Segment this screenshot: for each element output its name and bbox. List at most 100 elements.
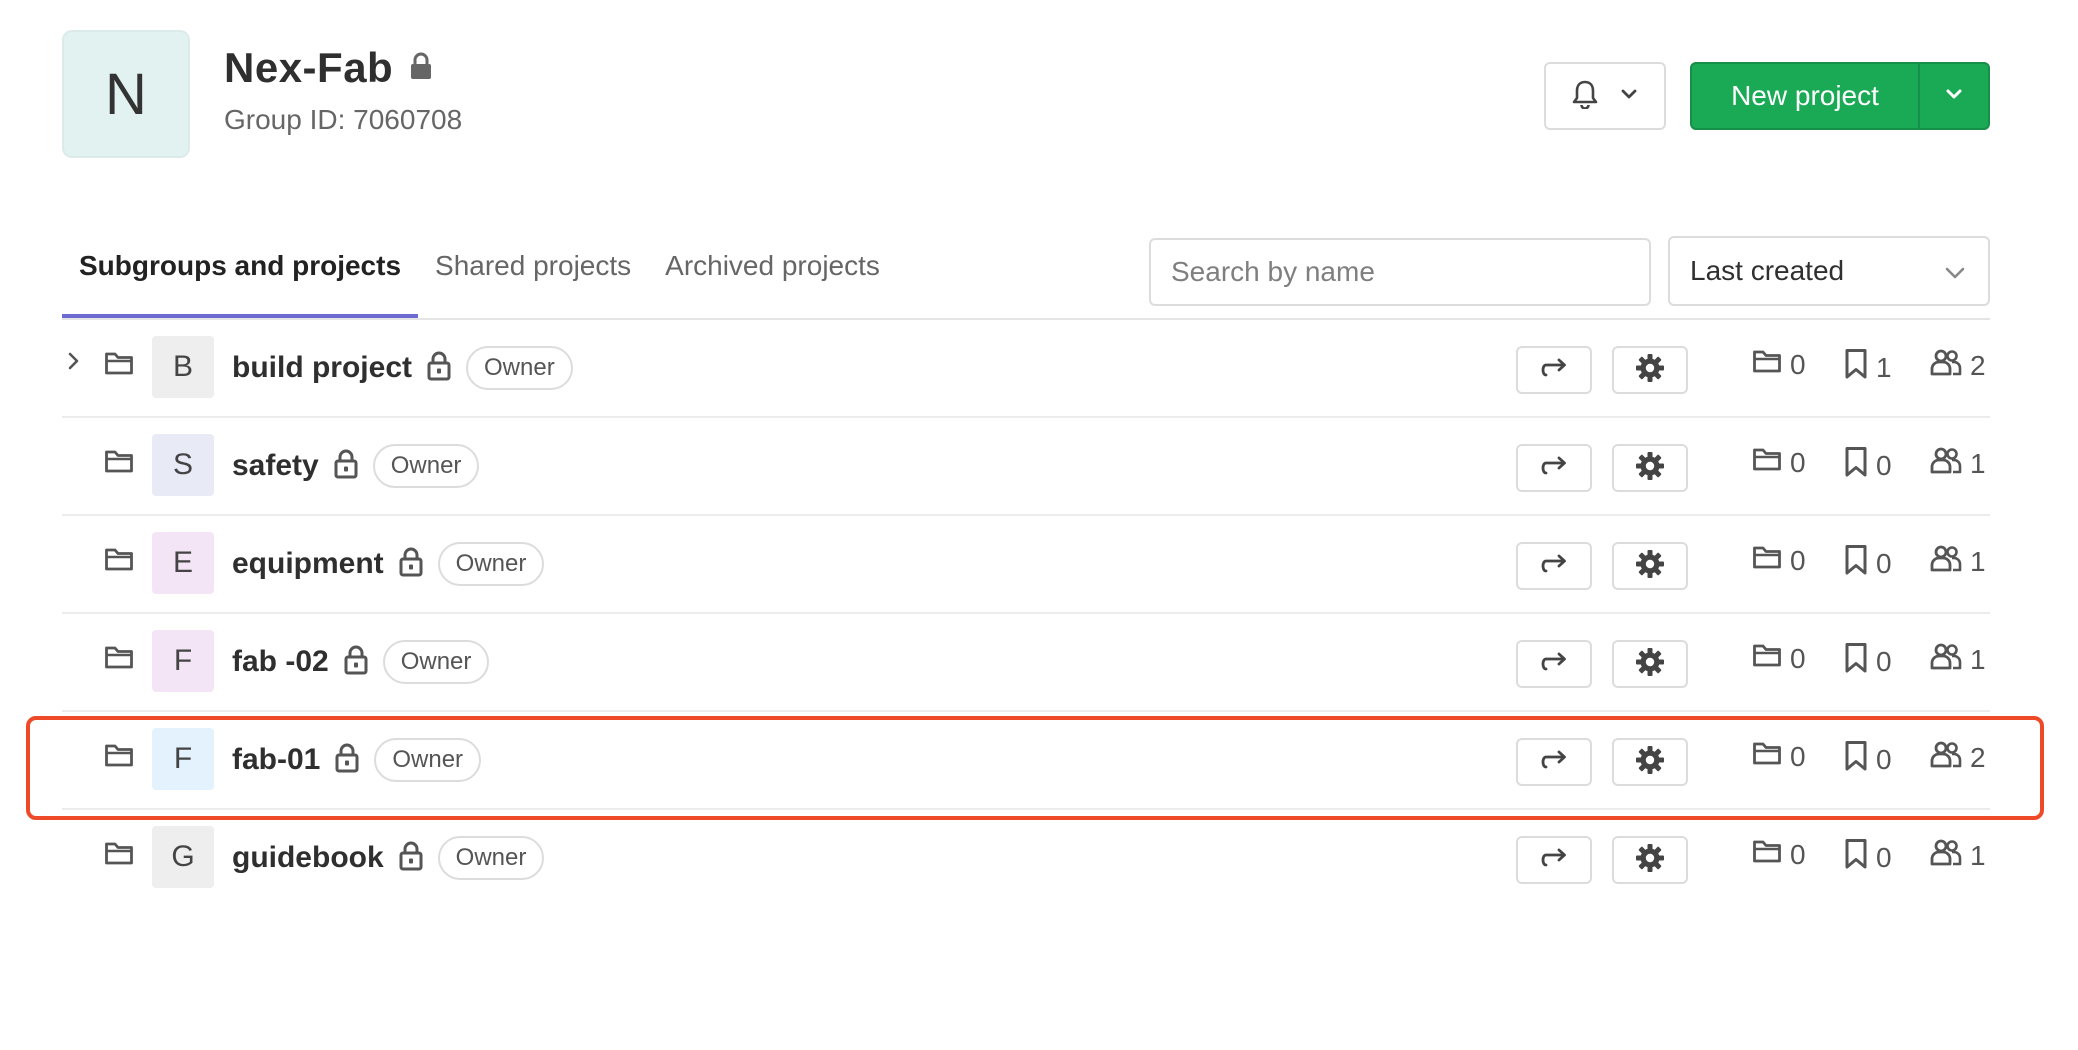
group-id: Group ID: 7060708 <box>224 104 463 135</box>
list-item[interactable]: B build project Owner 0 1 2 <box>62 320 1990 418</box>
folder-icon <box>1752 544 1782 577</box>
users-icon <box>1930 544 1962 579</box>
subgroups-count: 0 <box>1752 642 1806 675</box>
role-badge: Owner <box>437 542 545 586</box>
group-link[interactable]: fab-01 <box>232 743 320 777</box>
gear-icon <box>1634 450 1666 487</box>
group-avatar: N <box>62 30 190 158</box>
subgroups-count: 0 <box>1752 838 1806 871</box>
lock-icon <box>398 840 424 877</box>
folder-icon <box>104 350 134 381</box>
avatar[interactable]: E <box>152 532 214 594</box>
subgroups-count-value: 0 <box>1790 838 1806 870</box>
avatar[interactable]: G <box>152 826 214 888</box>
leave-group-button[interactable] <box>1516 640 1592 688</box>
members-count-value: 1 <box>1970 643 1986 675</box>
projects-count: 0 <box>1844 740 1892 779</box>
users-icon <box>1930 348 1962 383</box>
members-count: 1 <box>1930 446 1986 481</box>
projects-count-value: 0 <box>1876 449 1892 481</box>
new-project-split-button: New project <box>1690 62 1990 130</box>
leave-arrow-icon <box>1539 651 1569 678</box>
list-item[interactable]: S safety Owner 0 0 1 <box>62 418 1990 516</box>
members-count: 1 <box>1930 642 1986 677</box>
row-title: safety Owner <box>232 418 480 514</box>
leave-group-button[interactable] <box>1516 346 1592 394</box>
group-settings-button[interactable] <box>1612 640 1688 688</box>
subgroups-count-value: 0 <box>1790 740 1806 772</box>
list-item[interactable]: E equipment Owner 0 0 1 <box>62 516 1990 614</box>
members-count-value: 2 <box>1970 741 1986 773</box>
users-icon <box>1930 740 1962 775</box>
group-link[interactable]: guidebook <box>232 841 384 875</box>
projects-count: 0 <box>1844 642 1892 681</box>
users-icon <box>1930 446 1962 481</box>
subgroups-count: 0 <box>1752 348 1806 381</box>
search-input[interactable] <box>1149 238 1651 306</box>
projects-count: 0 <box>1844 838 1892 877</box>
avatar[interactable]: F <box>152 728 214 790</box>
row-title: fab-01 Owner <box>232 712 482 808</box>
list-item[interactable]: F fab -02 Owner 0 0 1 <box>62 614 1990 712</box>
list-item[interactable]: G guidebook Owner 0 0 1 <box>62 810 1990 906</box>
bookmark-icon <box>1844 544 1868 583</box>
users-icon <box>1930 838 1962 873</box>
subgroups-count: 0 <box>1752 740 1806 773</box>
projects-count: 0 <box>1844 544 1892 583</box>
bookmark-icon <box>1844 348 1868 387</box>
members-count: 1 <box>1930 544 1986 579</box>
group-link[interactable]: safety <box>232 449 319 483</box>
folder-icon <box>1752 348 1782 381</box>
row-title: build project Owner <box>232 320 573 416</box>
group-settings-button[interactable] <box>1612 444 1688 492</box>
chevron-right-icon[interactable] <box>66 350 82 377</box>
leave-group-button[interactable] <box>1516 542 1592 590</box>
gear-icon <box>1634 548 1666 585</box>
subgroups-count-value: 0 <box>1790 642 1806 674</box>
leave-group-button[interactable] <box>1516 836 1592 884</box>
avatar[interactable]: B <box>152 336 214 398</box>
chevron-down-icon <box>1945 87 1963 105</box>
group-link[interactable]: equipment <box>232 547 384 581</box>
role-badge: Owner <box>374 738 482 782</box>
leave-arrow-icon <box>1539 847 1569 874</box>
group-settings-button[interactable] <box>1612 542 1688 590</box>
group-link[interactable]: fab -02 <box>232 645 329 679</box>
tab-shared-projects[interactable]: Shared projects <box>418 234 648 318</box>
gear-icon <box>1634 646 1666 683</box>
notification-settings-button[interactable] <box>1544 62 1666 130</box>
tab-archived-projects[interactable]: Archived projects <box>648 234 897 318</box>
group-settings-button[interactable] <box>1612 836 1688 884</box>
list-item[interactable]: F fab-01 Owner 0 0 2 <box>62 712 1990 810</box>
leave-arrow-icon <box>1539 749 1569 776</box>
folder-icon <box>1752 740 1782 773</box>
projects-count-value: 1 <box>1876 351 1892 383</box>
avatar[interactable]: F <box>152 630 214 692</box>
new-project-button[interactable]: New project <box>1692 64 1920 128</box>
lock-icon <box>409 52 433 85</box>
group-settings-button[interactable] <box>1612 738 1688 786</box>
gear-icon <box>1634 842 1666 879</box>
row-title: fab -02 Owner <box>232 614 490 710</box>
sort-dropdown[interactable]: Last created <box>1668 236 1990 306</box>
group-settings-button[interactable] <box>1612 346 1688 394</box>
group-link[interactable]: build project <box>232 351 412 385</box>
members-count: 1 <box>1930 838 1986 873</box>
avatar[interactable]: S <box>152 434 214 496</box>
leave-group-button[interactable] <box>1516 444 1592 492</box>
projects-count: 0 <box>1844 446 1892 485</box>
lock-icon <box>343 644 369 681</box>
gear-icon <box>1634 352 1666 389</box>
bookmark-icon <box>1844 446 1868 485</box>
subgroups-count: 0 <box>1752 544 1806 577</box>
leave-group-button[interactable] <box>1516 738 1592 786</box>
folder-icon <box>1752 446 1782 479</box>
tab-subgroups-and-projects[interactable]: Subgroups and projects <box>62 234 419 318</box>
new-project-dropdown-toggle[interactable] <box>1920 64 1988 128</box>
folder-icon <box>104 546 134 577</box>
subgroups-count-value: 0 <box>1790 446 1806 478</box>
projects-count-value: 0 <box>1876 645 1892 677</box>
leave-arrow-icon <box>1539 455 1569 482</box>
bookmark-icon <box>1844 642 1868 681</box>
bell-icon <box>1572 79 1598 114</box>
